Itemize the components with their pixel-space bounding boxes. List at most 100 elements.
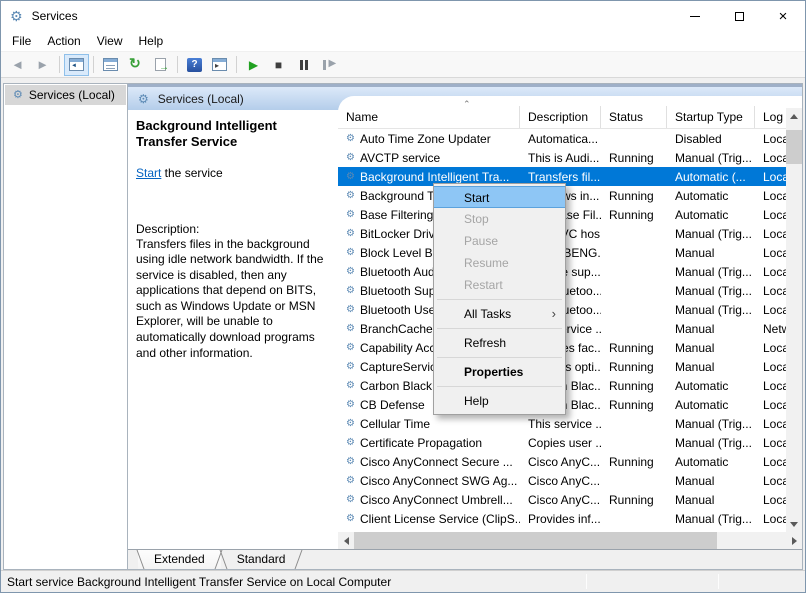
minimize-button[interactable] bbox=[673, 1, 717, 31]
table-row[interactable]: ⚙ Client License Service (ClipS... Provide… bbox=[338, 509, 786, 528]
service-status: Running bbox=[609, 359, 654, 374]
service-description: Transfers fil... bbox=[528, 169, 601, 184]
service-logon-as: Loca bbox=[763, 131, 786, 146]
service-name: Cellular Time bbox=[359, 416, 430, 431]
service-gear-icon: ⚙ bbox=[346, 360, 355, 372]
service-status: Running bbox=[609, 454, 654, 469]
context-menu-item-all-tasks[interactable]: All Tasks › bbox=[434, 303, 565, 325]
service-logon-as: Loca bbox=[763, 188, 786, 203]
table-row[interactable]: ⚙ Cisco AnyConnect Secure ... Cisco AnyC..… bbox=[338, 452, 786, 471]
show-console-tree-button[interactable] bbox=[64, 53, 89, 76]
service-logon-as: Loca bbox=[763, 169, 786, 184]
vertical-scrollbar[interactable] bbox=[786, 108, 802, 532]
service-startup-type: Manual (Trig... bbox=[675, 511, 752, 526]
refresh-button[interactable] bbox=[123, 54, 148, 76]
sort-ascending-icon: ⌃ bbox=[463, 99, 471, 109]
table-row[interactable]: ⚙ AVCTP service This is Audi... Running Manu… bbox=[338, 148, 786, 167]
context-menu-label: Restart bbox=[464, 278, 503, 292]
column-header-name[interactable]: Name bbox=[338, 106, 520, 128]
scroll-left-arrow[interactable] bbox=[338, 532, 354, 549]
service-startup-type: Manual bbox=[675, 492, 715, 507]
scroll-down-arrow[interactable] bbox=[786, 516, 802, 532]
menu-action[interactable]: Action bbox=[39, 32, 88, 50]
service-startup-type: Manual (Trig... bbox=[675, 283, 752, 298]
service-logon-as: Loca bbox=[763, 378, 786, 393]
service-name: CB Defense bbox=[359, 397, 425, 412]
scroll-right-arrow[interactable] bbox=[786, 532, 802, 549]
menu-file[interactable]: File bbox=[4, 32, 39, 50]
tab-standard[interactable]: Standard bbox=[221, 550, 302, 569]
show-console-tree-icon bbox=[69, 58, 84, 71]
context-menu-item-resume: Resume bbox=[434, 252, 565, 274]
column-header-description[interactable]: Description bbox=[520, 106, 601, 128]
service-gear-icon: ⚙ bbox=[346, 436, 355, 448]
service-logon-as: Loca bbox=[763, 492, 786, 507]
service-name-cell: ⚙ Auto Time Zone Updater bbox=[338, 132, 520, 146]
table-row[interactable]: ⚙ Cellular Time This service ... Manual (Tr… bbox=[338, 414, 786, 433]
table-row[interactable]: ⚙ Cisco AnyConnect SWG Ag... Cisco AnyC...… bbox=[338, 471, 786, 490]
export-list-button[interactable] bbox=[148, 54, 173, 76]
toolbar-separator bbox=[59, 56, 60, 73]
refresh-icon bbox=[128, 55, 143, 72]
service-startup-type: Automatic (... bbox=[675, 169, 746, 184]
context-menu-item-start[interactable]: Start bbox=[434, 186, 565, 208]
action-rest: the service bbox=[161, 165, 223, 180]
service-description: This service ... bbox=[528, 416, 601, 431]
back-button[interactable]: ◄ bbox=[5, 54, 30, 76]
service-logon-as: Loca bbox=[763, 245, 786, 260]
horizontal-scroll-thumb[interactable] bbox=[354, 532, 717, 549]
help-button[interactable] bbox=[182, 54, 207, 76]
menu-help[interactable]: Help bbox=[131, 32, 172, 50]
service-gear-icon: ⚙ bbox=[346, 189, 355, 201]
tab-extended[interactable]: Extended bbox=[138, 550, 221, 569]
service-gear-icon: ⚙ bbox=[346, 512, 355, 524]
table-row[interactable]: ⚙ Cisco AnyConnect Umbrell... Cisco AnyC..… bbox=[338, 490, 786, 509]
context-menu-item-properties[interactable]: Properties bbox=[434, 361, 565, 383]
service-logon-as: Loca bbox=[763, 435, 786, 450]
forward-button[interactable]: ► bbox=[30, 54, 55, 76]
service-logon-as: Loca bbox=[763, 150, 786, 165]
context-menu-label: Resume bbox=[464, 256, 509, 270]
start-service-link[interactable]: Start bbox=[136, 166, 161, 180]
start-service-button[interactable] bbox=[241, 54, 266, 76]
vertical-scroll-thumb[interactable] bbox=[786, 130, 802, 164]
service-logon-as: Loca bbox=[763, 226, 786, 241]
app-gear-icon: ⚙ bbox=[10, 8, 23, 24]
context-menu-item-help[interactable]: Help bbox=[434, 390, 565, 412]
toolbar-separator bbox=[177, 56, 178, 73]
horizontal-scroll-track[interactable] bbox=[354, 532, 786, 549]
restart-service-button[interactable] bbox=[316, 54, 341, 76]
service-name-cell: ⚙ Cellular Time bbox=[338, 417, 520, 431]
service-logon-as: Loca bbox=[763, 416, 786, 431]
service-name: Certificate Propagation bbox=[359, 435, 483, 450]
list-header: ⌃ Name Description Status Startup Type Log bbox=[338, 99, 802, 129]
tree-item-services-local[interactable]: ⚙ Services (Local) bbox=[5, 85, 126, 105]
export-list-icon bbox=[155, 58, 169, 73]
service-gear-icon: ⚙ bbox=[346, 265, 355, 277]
column-header-status[interactable]: Status bbox=[601, 106, 667, 128]
service-startup-type: Manual (Trig... bbox=[675, 416, 752, 431]
close-button[interactable]: × bbox=[761, 1, 805, 31]
service-name: BranchCache bbox=[359, 321, 433, 336]
service-description: Cisco AnyC... bbox=[528, 454, 601, 469]
context-menu-item-refresh[interactable]: Refresh bbox=[434, 332, 565, 354]
show-action-pane-button[interactable] bbox=[207, 54, 232, 76]
column-header-log[interactable]: Log bbox=[755, 106, 786, 128]
service-gear-icon: ⚙ bbox=[346, 151, 355, 163]
menu-view[interactable]: View bbox=[89, 32, 131, 50]
table-row[interactable]: ⚙ Auto Time Zone Updater Automatica... Disa… bbox=[338, 129, 786, 148]
service-gear-icon: ⚙ bbox=[346, 474, 355, 486]
statusbar-divider bbox=[586, 574, 587, 589]
scroll-up-arrow[interactable] bbox=[786, 108, 802, 124]
table-row[interactable]: ⚙ Certificate Propagation Copies user ... M… bbox=[338, 433, 786, 452]
context-menu-label: All Tasks bbox=[464, 307, 512, 321]
title-bar: ⚙ Services × bbox=[1, 1, 805, 31]
properties-button[interactable] bbox=[98, 54, 123, 76]
horizontal-scrollbar[interactable] bbox=[338, 532, 802, 549]
maximize-button[interactable] bbox=[717, 1, 761, 31]
restart-service-icon bbox=[322, 58, 336, 70]
column-header-startup-type[interactable]: Startup Type bbox=[667, 106, 755, 128]
stop-service-button[interactable] bbox=[266, 54, 291, 76]
pause-service-button[interactable] bbox=[291, 54, 316, 76]
service-startup-type: Automatic bbox=[675, 397, 729, 412]
